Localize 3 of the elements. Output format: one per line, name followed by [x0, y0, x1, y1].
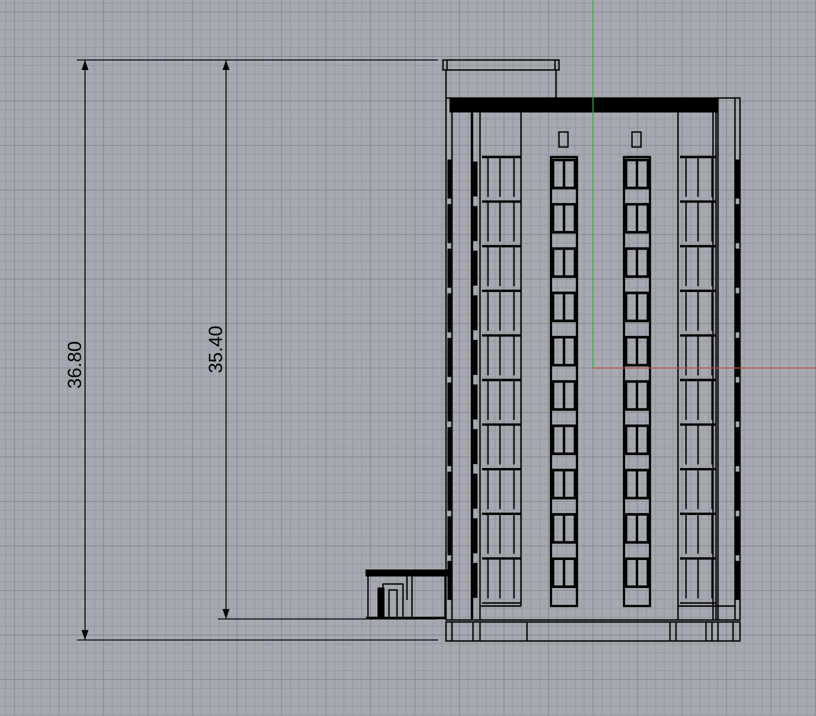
dimension-label: 36.80 — [65, 341, 86, 389]
cad-viewport[interactable]: 36.80 35.40 — [0, 0, 816, 716]
dimension-label: 35.40 — [206, 326, 227, 374]
